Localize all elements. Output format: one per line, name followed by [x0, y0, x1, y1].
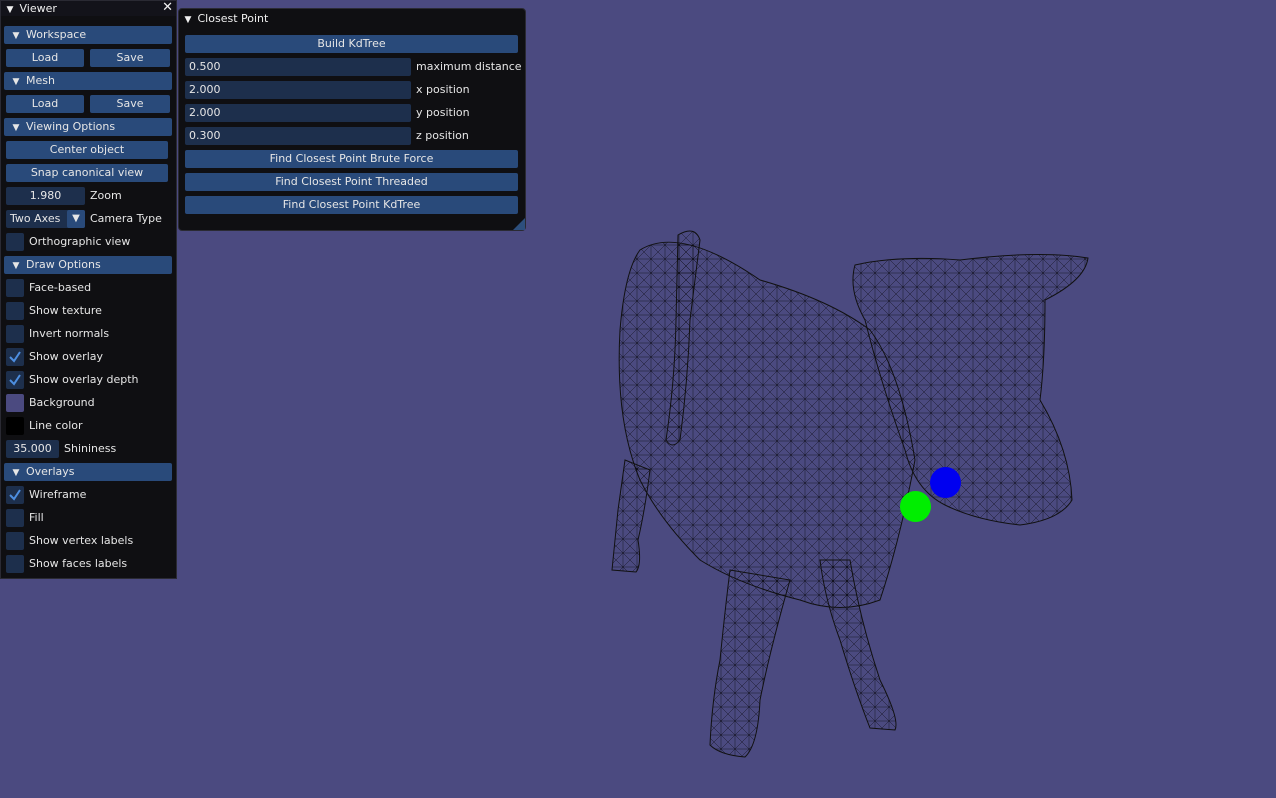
workspace-load-button[interactable]: Load — [6, 49, 84, 67]
build-kdtree-button[interactable]: Build KdTree — [185, 35, 518, 53]
show-texture-label: Show texture — [29, 304, 102, 317]
expand-arrow-icon: ▼ — [12, 261, 20, 271]
closest-point-panel: ▼ Closest Point Build KdTree 0.500 maxim… — [178, 8, 526, 231]
orthographic-view-label: Orthographic view — [29, 235, 131, 248]
camera-type-select[interactable]: Two Axes ▼ — [6, 210, 85, 228]
fill-checkbox[interactable] — [6, 509, 24, 527]
overlays-header[interactable]: ▼ Overlays — [4, 463, 172, 481]
closest-point-title: Closest Point — [197, 12, 269, 25]
show-faces-labels-checkbox[interactable] — [6, 555, 24, 573]
expand-arrow-icon: ▼ — [12, 77, 20, 87]
query-point-marker — [930, 467, 961, 498]
closest-point-marker — [900, 491, 931, 522]
show-overlay-depth-label: Show overlay depth — [29, 373, 139, 386]
expand-arrow-icon: ▼ — [12, 468, 20, 478]
orthographic-view-checkbox[interactable] — [6, 233, 24, 251]
collapse-arrow-icon[interactable]: ▼ — [182, 12, 194, 29]
shininess-input[interactable]: 35.000 — [6, 440, 59, 458]
draw-options-header[interactable]: ▼ Draw Options — [4, 256, 172, 274]
show-overlay-label: Show overlay — [29, 350, 104, 363]
chevron-down-icon[interactable]: ▼ — [67, 210, 85, 228]
y-position-input[interactable]: 2.000 — [185, 104, 411, 122]
checkmark-icon — [9, 351, 21, 363]
expand-arrow-icon: ▼ — [12, 31, 20, 41]
find-closest-brute-force-button[interactable]: Find Closest Point Brute Force — [185, 150, 518, 168]
show-texture-checkbox[interactable] — [6, 302, 24, 320]
z-position-input[interactable]: 0.300 — [185, 127, 411, 145]
close-icon[interactable]: ✕ — [162, 1, 173, 15]
mesh-save-button[interactable]: Save — [90, 95, 170, 113]
line-color-label: Line color — [29, 419, 83, 432]
find-closest-threaded-button[interactable]: Find Closest Point Threaded — [185, 173, 518, 191]
x-position-input[interactable]: 2.000 — [185, 81, 411, 99]
workspace-header[interactable]: ▼ Workspace — [4, 26, 172, 44]
face-based-checkbox[interactable] — [6, 279, 24, 297]
snap-canonical-view-button[interactable]: Snap canonical view — [6, 164, 168, 182]
zoom-input[interactable]: 1.980 — [6, 187, 85, 205]
expand-arrow-icon: ▼ — [12, 123, 20, 133]
show-faces-labels-label: Show faces labels — [29, 557, 128, 570]
x-position-label: x position — [416, 83, 470, 96]
checkmark-icon — [9, 489, 21, 501]
zoom-label: Zoom — [90, 189, 122, 202]
face-based-label: Face-based — [29, 281, 92, 294]
maximum-distance-input[interactable]: 0.500 — [185, 58, 411, 76]
find-closest-kdtree-button[interactable]: Find Closest Point KdTree — [185, 196, 518, 214]
cow-mesh — [611, 230, 1089, 758]
mesh-load-button[interactable]: Load — [6, 95, 84, 113]
viewer-titlebar[interactable]: ▼ Viewer ✕ — [1, 1, 176, 16]
shininess-label: Shininess — [64, 442, 117, 455]
show-overlay-depth-checkbox[interactable] — [6, 371, 24, 389]
maximum-distance-label: maximum distance — [416, 60, 522, 73]
invert-normals-checkbox[interactable] — [6, 325, 24, 343]
camera-type-label: Camera Type — [90, 212, 162, 225]
show-vertex-labels-checkbox[interactable] — [6, 532, 24, 550]
wireframe-label: Wireframe — [29, 488, 87, 501]
camera-type-value: Two Axes — [10, 212, 61, 225]
mesh-header[interactable]: ▼ Mesh — [4, 72, 172, 90]
viewer-title: Viewer — [19, 2, 57, 15]
viewer-panel: ▼ Viewer ✕ ▼ Workspace Load Save ▼ Mesh Lo… — [0, 0, 177, 579]
wireframe-checkbox[interactable] — [6, 486, 24, 504]
fill-label: Fill — [29, 511, 44, 524]
invert-normals-label: Invert normals — [29, 327, 110, 340]
z-position-label: z position — [416, 129, 469, 142]
background-color-swatch[interactable] — [6, 394, 24, 412]
line-color-swatch[interactable] — [6, 417, 24, 435]
collapse-arrow-icon[interactable]: ▼ — [4, 3, 16, 18]
viewing-options-header[interactable]: ▼ Viewing Options — [4, 118, 172, 136]
checkmark-icon — [9, 374, 21, 386]
background-label: Background — [29, 396, 95, 409]
closest-point-titlebar[interactable]: ▼ Closest Point — [179, 10, 525, 27]
center-object-button[interactable]: Center object — [6, 141, 168, 159]
workspace-save-button[interactable]: Save — [90, 49, 170, 67]
resize-grip-icon[interactable] — [513, 218, 525, 230]
show-vertex-labels-label: Show vertex labels — [29, 534, 134, 547]
y-position-label: y position — [416, 106, 470, 119]
show-overlay-checkbox[interactable] — [6, 348, 24, 366]
